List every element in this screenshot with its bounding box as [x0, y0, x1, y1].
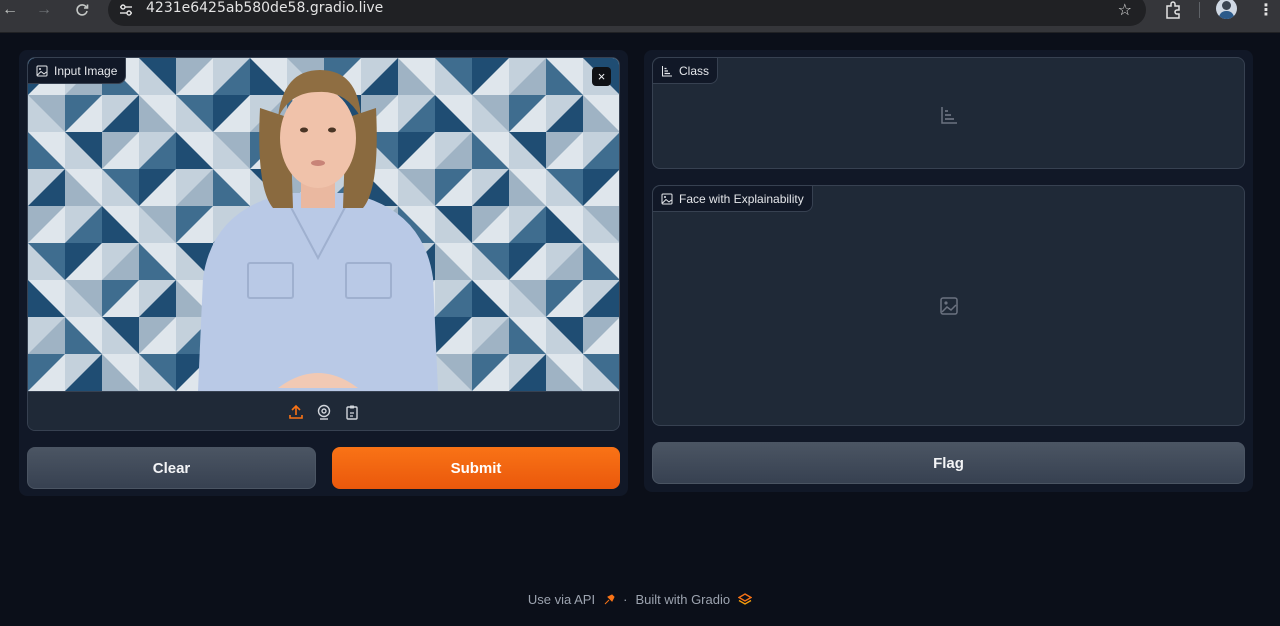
clear-button[interactable]: Clear — [27, 447, 316, 489]
back-arrow-icon[interactable]: ← — [0, 0, 20, 20]
flag-button[interactable]: Flag — [652, 442, 1245, 484]
input-image-block[interactable]: Input Image × — [27, 57, 620, 431]
class-label-text: Class — [679, 63, 710, 78]
forward-arrow-icon[interactable]: → — [34, 0, 54, 20]
bar-chart-placeholder-icon — [941, 107, 957, 124]
footer-separator: · — [623, 592, 628, 607]
upload-icon[interactable] — [287, 403, 305, 421]
clipboard-icon[interactable] — [343, 403, 361, 421]
input-image-preview — [28, 58, 619, 391]
toolbar-divider — [1199, 2, 1200, 18]
built-with-gradio-link[interactable]: Built with Gradio — [635, 592, 730, 607]
input-image-label-text: Input Image — [54, 63, 118, 78]
use-via-api-link[interactable]: Use via API — [528, 592, 595, 607]
output-column: Class Face with Explainability Flag — [644, 50, 1253, 492]
input-image-label: Input Image — [28, 58, 127, 84]
face-explainability-block: Face with Explainability — [652, 185, 1245, 426]
webcam-icon[interactable] — [315, 403, 333, 421]
gradio-logo-icon — [738, 592, 753, 605]
bar-chart-icon — [662, 65, 672, 76]
clear-image-button[interactable]: × — [592, 67, 611, 86]
bookmark-star-icon[interactable]: ☆ — [1118, 0, 1132, 20]
image-icon — [36, 65, 48, 76]
face-label-text: Face with Explainability — [679, 191, 804, 206]
image-placeholder-icon — [940, 297, 958, 315]
submit-button[interactable]: Submit — [332, 447, 620, 489]
reload-icon[interactable] — [72, 0, 92, 20]
footer: Use via API · Built with Gradio — [0, 592, 1280, 607]
profile-avatar[interactable] — [1216, 0, 1237, 19]
image-icon — [661, 193, 673, 204]
site-settings-icon[interactable] — [118, 2, 134, 18]
image-source-bar — [28, 391, 619, 430]
browser-toolbar: ← → 4231e6425ab580de58.gradio.live ☆ ⋮ — [0, 0, 1280, 33]
face-label: Face with Explainability — [653, 186, 813, 212]
input-column: Input Image × Clear Submit — [19, 50, 628, 496]
class-output-block: Class — [652, 57, 1245, 169]
class-label: Class — [653, 58, 719, 84]
menu-dots-icon[interactable]: ⋮ — [1258, 0, 1274, 20]
url-text[interactable]: 4231e6425ab580de58.gradio.live — [146, 0, 383, 16]
rocket-icon — [604, 593, 615, 604]
address-bar[interactable]: 4231e6425ab580de58.gradio.live ☆ — [108, 0, 1146, 26]
extensions-icon[interactable] — [1163, 0, 1183, 20]
